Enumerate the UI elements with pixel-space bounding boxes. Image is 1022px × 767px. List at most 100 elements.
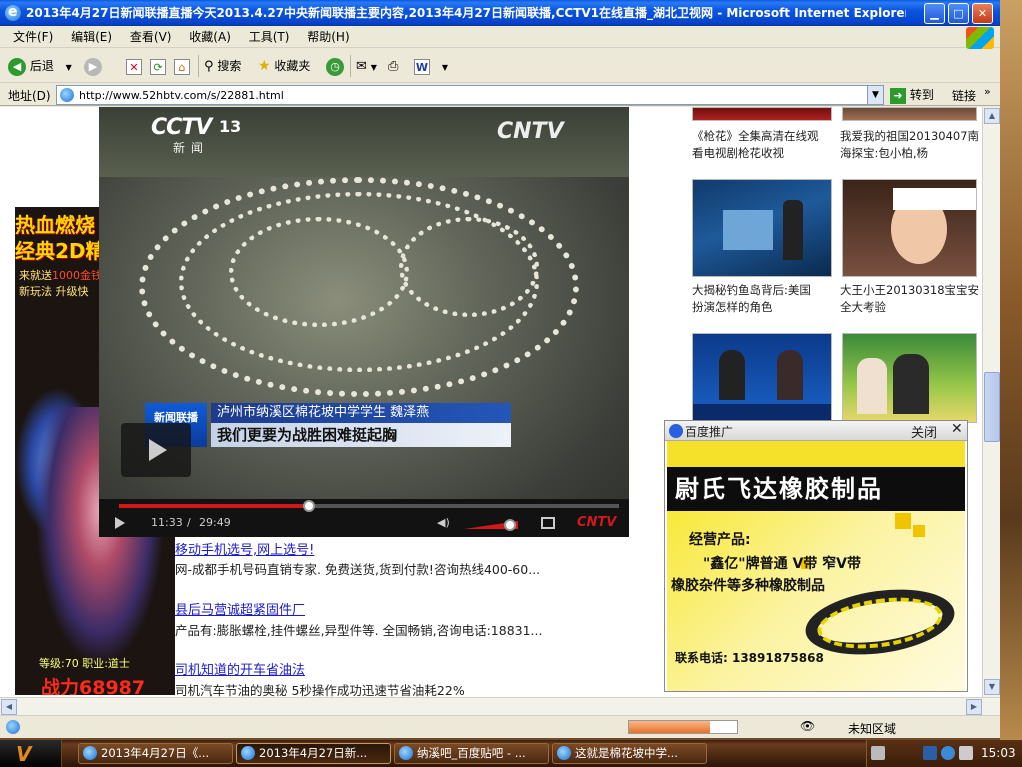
scroll-right-icon[interactable]: ▶ [966,699,982,715]
volume-icon[interactable]: ◀) [437,516,451,529]
word-icon: W [414,58,430,75]
links-button[interactable]: 链接 [952,87,976,104]
baidu-ad-body[interactable]: 经营产品: "鑫亿"牌普通 V带 窄V带 橡胶杂件等多种橡胶制品 联系电话: 1… [667,511,965,691]
thumbnail-image-4[interactable] [842,179,977,277]
page-icon [60,88,74,102]
ie-logo-icon [83,746,97,760]
thumbnail-image-2[interactable] [842,107,977,121]
history-button[interactable]: ◷ [326,55,344,77]
toolbar-separator [198,55,199,77]
keyboard-icon[interactable] [871,746,885,760]
menu-tools[interactable]: 工具(T) [242,26,297,48]
history-icon: ◷ [326,57,344,76]
menu-help[interactable]: 帮助(H) [300,26,356,48]
close-button[interactable]: ✕ [972,3,993,24]
title-bar[interactable]: 2013年4月27日新闻联播直播今天2013.4.27中央新闻联播主要内容,20… [0,0,1000,26]
taskbar-item-3[interactable]: 纳溪吧_百度贴吧 - ... [394,743,549,764]
home-icon: ⌂ [174,58,190,75]
baidu-popup-header: 百度推广 关闭 ✕ [665,421,967,441]
thumbnail-caption-2[interactable]: 我爱我的祖国20130407南 海探宝:包小柏,杨 [840,128,982,162]
ie-window: 2013年4月27日新闻联播直播今天2013.4.27中央新闻联播主要内容,20… [0,0,1000,738]
ad-link-1[interactable]: 移动手机选号,网上选号! [175,539,314,558]
search-label: 搜索 [217,59,242,73]
ad-link-3[interactable]: 司机知道的开车省油法 [175,659,305,678]
stop-button[interactable]: ✕ [126,55,142,77]
vertical-scrollbar[interactable]: ▲ ▼ [982,107,1000,697]
page-status-icon [6,720,20,734]
volume-tray-icon[interactable] [959,746,973,760]
search-icon: ⚲ [204,59,214,74]
thumbnail-anchor-male [719,350,745,400]
back-button[interactable]: ◀ 后退 ▼ [8,55,72,77]
qq-icon[interactable] [941,746,955,760]
favorites-button[interactable]: ★ 收藏夹 [258,55,310,77]
menu-edit[interactable]: 编辑(E) [64,26,119,48]
forward-button[interactable]: ▶ [84,55,102,77]
baidu-ad-brand[interactable]: 尉氏飞达橡胶制品 [667,467,965,511]
go-button[interactable]: ➜ 转到 [890,86,934,104]
mail-icon: ✉ [356,59,367,74]
maximize-button[interactable]: □ [948,3,969,24]
scroll-thumb[interactable] [984,372,1000,442]
clock: 15:03 [981,746,1016,760]
refresh-button[interactable]: ⟳ [150,55,166,77]
star-icon: ★ [258,58,271,74]
ie-logo-icon [241,746,255,760]
scroll-left-icon[interactable]: ◀ [1,699,17,715]
video-crowd-ring [399,217,539,317]
search-button[interactable]: ⚲ 搜索 [204,55,241,77]
baidu-close-button[interactable]: 关闭 ✕ [911,421,967,441]
home-button[interactable]: ⌂ [174,55,190,77]
edit-button[interactable]: W ▼ [414,55,448,77]
scroll-up-icon[interactable]: ▲ [984,108,1000,124]
network-icon[interactable] [923,746,937,760]
menu-file[interactable]: 文件(F) [6,26,60,48]
taskbar-item-2[interactable]: 2013年4月27日新... [236,743,391,764]
taskbar-item-1[interactable]: 2013年4月27日《... [78,743,233,764]
window-title: 2013年4月27日新闻联播直播今天2013.4.27中央新闻联播主要内容,20… [26,6,906,20]
minimize-button[interactable]: ▁ [924,3,945,24]
back-arrow-icon: ◀ [8,57,26,76]
thumbnail-caption-3[interactable]: 大揭秘钓鱼岛背后:美国 扮演怎样的角色 [692,282,834,316]
address-input[interactable]: http://www.52hbtv.com/s/22881.html ▼ [56,85,884,105]
volume-knob[interactable] [503,519,516,531]
horizontal-scrollbar[interactable]: ◀ ▶ [0,697,1000,715]
play-overlay-button[interactable] [121,423,191,477]
thumbnail-image-1[interactable] [692,107,832,121]
back-dropdown-icon[interactable]: ▼ [66,63,72,72]
print-button[interactable]: ⎙ [388,55,398,77]
thumbnail-figure [783,200,803,260]
menu-view[interactable]: 查看(V) [123,26,179,48]
thumbnail-caption-4[interactable]: 大王小王20130318宝宝安 全大考验 [840,282,982,316]
caption-quote: 我们更要为战胜困难挺起胸 [211,423,511,447]
menu-favorites[interactable]: 收藏(A) [182,26,238,48]
ad-link-2[interactable]: 县后马营诚超紧固件厂 [175,599,305,618]
mail-dropdown-icon[interactable]: ▼ [371,63,377,72]
game-ad-line-2: 新玩法 升级快 [19,285,89,298]
thumbnail-caption-1[interactable]: 《枪花》全集高清在线观 看电视剧枪花收视 [692,128,834,162]
fullscreen-icon[interactable] [541,517,555,529]
thumbnail-image-6[interactable] [842,333,977,423]
baidu-ad-line-1: 经营产品: [689,532,751,548]
security-zone-icon: 👁 [800,719,816,733]
scroll-down-icon[interactable]: ▼ [984,679,1000,695]
links-chevron-icon[interactable]: » [984,85,991,98]
play-pause-icon[interactable] [115,517,125,529]
refresh-icon: ⟳ [150,58,166,75]
taskbar-item-label: 2013年4月27日新... [259,746,368,760]
system-tray: 15:03 [866,740,1022,767]
video-progress-knob[interactable] [303,500,315,512]
edit-dropdown-icon[interactable]: ▼ [442,63,448,72]
thumbnail-image-3[interactable] [692,179,832,277]
taskbar-item-4[interactable]: 这就是棉花坡中学... [552,743,707,764]
taskbar: V 2013年4月27日《... 2013年4月27日新... 纳溪吧_百度贴吧… [0,740,1022,767]
start-button[interactable]: V [0,740,62,767]
thumbnail-image-5[interactable] [692,333,832,423]
mail-button[interactable]: ✉ ▼ [356,55,377,77]
address-dropdown-icon[interactable]: ▼ [867,86,883,104]
cntv-watermark: CNTV [497,119,564,144]
thumbnail-anchor-female [777,350,803,400]
video-player[interactable]: CCTV 13 新闻 CNTV 新闻联播 泸州市纳溪区棉花坡中学学生 魏泽燕 我… [99,107,629,537]
thumbnail-caption-line: 扮演怎样的角色 [692,300,773,314]
ie-logo-icon [399,746,413,760]
